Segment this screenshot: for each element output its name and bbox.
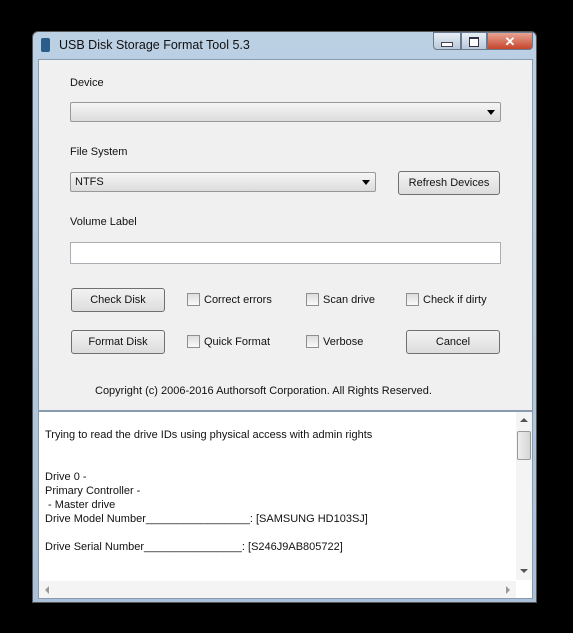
check-if-dirty-checkbox[interactable]: Check if dirty — [406, 293, 487, 306]
log-line: Drive Serial Number________________: [S2… — [45, 541, 343, 553]
checkbox-box[interactable] — [306, 335, 319, 348]
log-line: Trying to read the drive IDs using physi… — [45, 429, 373, 441]
correct-errors-checkbox[interactable]: Correct errors — [187, 293, 272, 306]
cancel-button[interactable]: Cancel — [406, 330, 500, 354]
checkbox-label: Scan drive — [323, 293, 375, 306]
window-title: USB Disk Storage Format Tool 5.3 — [59, 38, 250, 52]
volume-label-input[interactable] — [70, 242, 501, 264]
file-system-dropdown[interactable]: NTFS — [70, 172, 376, 192]
scroll-down-icon[interactable] — [520, 569, 528, 573]
scroll-thumb[interactable] — [517, 431, 531, 460]
checkbox-box[interactable] — [406, 293, 419, 306]
scroll-left-icon[interactable] — [45, 586, 49, 594]
log-line: Primary Controller - — [45, 485, 141, 497]
usb-drive-icon — [41, 38, 50, 52]
checkbox-label: Quick Format — [204, 335, 271, 348]
checkbox-box[interactable] — [306, 293, 319, 306]
device-label: Device — [70, 77, 104, 89]
checkbox-box[interactable] — [187, 335, 200, 348]
refresh-devices-button[interactable]: Refresh Devices — [398, 171, 500, 195]
maximize-button[interactable] — [461, 32, 487, 50]
log-output[interactable]: Trying to read the drive IDs using physi… — [38, 411, 533, 599]
chevron-down-icon — [362, 180, 370, 185]
minimize-button[interactable] — [433, 32, 461, 50]
scan-drive-checkbox[interactable]: Scan drive — [306, 293, 375, 306]
file-system-label: File System — [70, 146, 128, 158]
verbose-checkbox[interactable]: Verbose — [306, 335, 363, 348]
checkbox-label: Check if dirty — [423, 293, 487, 306]
volume-label-label: Volume Label — [70, 216, 137, 228]
form-panel: Device File System NTFS Refresh Devices … — [38, 59, 533, 411]
format-disk-button[interactable]: Format Disk — [71, 330, 165, 354]
log-line: Drive Model Number_________________: [SA… — [45, 513, 368, 525]
scroll-right-icon[interactable] — [506, 586, 510, 594]
chevron-down-icon — [487, 110, 495, 115]
device-dropdown[interactable] — [70, 102, 501, 122]
app-window: USB Disk Storage Format Tool 5.3 ✕ Devic… — [32, 31, 537, 603]
quick-format-checkbox[interactable]: Quick Format — [187, 335, 270, 348]
copyright-text: Copyright (c) 2006-2016 Authorsoft Corpo… — [95, 385, 432, 397]
checkbox-label: Correct errors — [204, 293, 272, 306]
checkbox-label: Verbose — [323, 335, 364, 348]
scroll-up-icon[interactable] — [520, 418, 528, 422]
checkbox-box[interactable] — [187, 293, 200, 306]
check-disk-button[interactable]: Check Disk — [71, 288, 165, 312]
vertical-scrollbar[interactable] — [516, 412, 532, 580]
log-line: - Master drive — [45, 499, 116, 511]
log-line: Drive 0 - — [45, 471, 87, 483]
horizontal-scrollbar[interactable] — [39, 581, 516, 598]
close-button[interactable]: ✕ — [487, 32, 533, 50]
file-system-value: NTFS — [75, 176, 104, 188]
